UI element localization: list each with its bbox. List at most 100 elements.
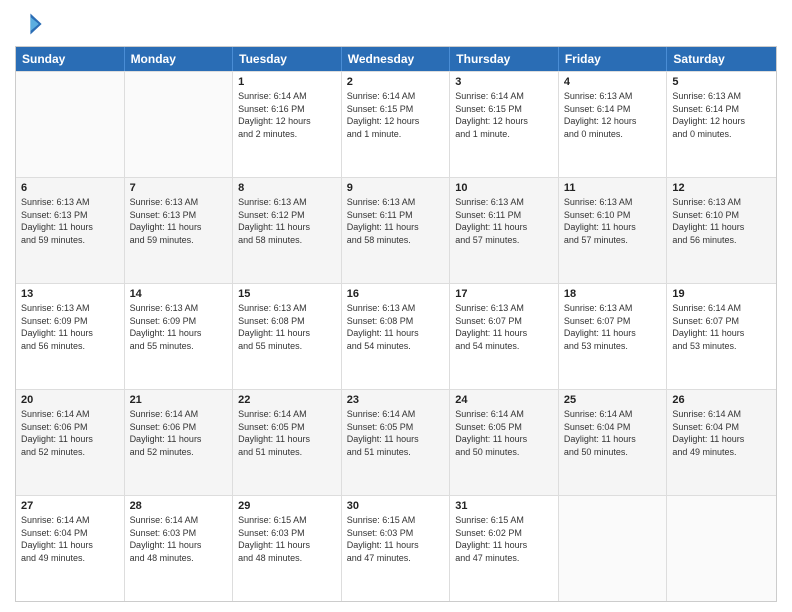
calendar-week-5: 27Sunrise: 6:14 AM Sunset: 6:04 PM Dayli… bbox=[16, 495, 776, 601]
logo-icon bbox=[15, 10, 43, 38]
day-number: 28 bbox=[130, 500, 228, 512]
weekday-header-saturday: Saturday bbox=[667, 47, 776, 71]
day-info: Sunrise: 6:13 AM Sunset: 6:07 PM Dayligh… bbox=[455, 302, 553, 352]
day-info: Sunrise: 6:14 AM Sunset: 6:15 PM Dayligh… bbox=[455, 90, 553, 140]
weekday-header-thursday: Thursday bbox=[450, 47, 559, 71]
day-number: 31 bbox=[455, 500, 553, 512]
calendar-day-21: 21 Sunrise: 6:14 AM Sunset: 6:06 PM Dayli… bbox=[125, 390, 234, 495]
day-number: 26 bbox=[672, 394, 771, 406]
calendar-week-4: 20Sunrise: 6:14 AM Sunset: 6:06 PM Dayli… bbox=[16, 389, 776, 495]
day-info: Sunrise: 6:14 AM Sunset: 6:06 PM Dayligh… bbox=[21, 408, 119, 458]
day-number: 21 bbox=[130, 394, 228, 406]
weekday-header-sunday: Sunday bbox=[16, 47, 125, 71]
calendar-day-22: 22 Sunrise: 6:14 AM Sunset: 6:05 PM Dayli… bbox=[233, 390, 342, 495]
calendar-day-1: 1 Sunrise: 6:14 AM Sunset: 6:16 PM Daylig… bbox=[233, 72, 342, 177]
calendar-day-20: 20Sunrise: 6:14 AM Sunset: 6:06 PM Dayli… bbox=[16, 390, 125, 495]
day-info: Sunrise: 6:14 AM Sunset: 6:16 PM Dayligh… bbox=[238, 90, 336, 140]
calendar-day-29: 29 Sunrise: 6:15 AM Sunset: 6:03 PM Dayli… bbox=[233, 496, 342, 601]
day-info: Sunrise: 6:13 AM Sunset: 6:14 PM Dayligh… bbox=[672, 90, 771, 140]
day-info: Sunrise: 6:14 AM Sunset: 6:15 PM Dayligh… bbox=[347, 90, 445, 140]
day-number: 22 bbox=[238, 394, 336, 406]
day-number: 9 bbox=[347, 182, 445, 194]
calendar-day-9: 9 Sunrise: 6:13 AM Sunset: 6:11 PM Daylig… bbox=[342, 178, 451, 283]
calendar-day-24: 24 Sunrise: 6:14 AM Sunset: 6:05 PM Dayli… bbox=[450, 390, 559, 495]
day-number: 16 bbox=[347, 288, 445, 300]
day-number: 24 bbox=[455, 394, 553, 406]
day-number: 4 bbox=[564, 76, 662, 88]
calendar-empty-cell bbox=[16, 72, 125, 177]
calendar-day-31: 31 Sunrise: 6:15 AM Sunset: 6:02 PM Dayli… bbox=[450, 496, 559, 601]
day-info: Sunrise: 6:13 AM Sunset: 6:11 PM Dayligh… bbox=[347, 196, 445, 246]
day-number: 11 bbox=[564, 182, 662, 194]
day-info: Sunrise: 6:14 AM Sunset: 6:06 PM Dayligh… bbox=[130, 408, 228, 458]
calendar-day-23: 23Sunrise: 6:14 AM Sunset: 6:05 PM Dayli… bbox=[342, 390, 451, 495]
day-info: Sunrise: 6:14 AM Sunset: 6:05 PM Dayligh… bbox=[238, 408, 336, 458]
weekday-header-monday: Monday bbox=[125, 47, 234, 71]
day-number: 25 bbox=[564, 394, 662, 406]
calendar-day-6: 6Sunrise: 6:13 AM Sunset: 6:13 PM Daylig… bbox=[16, 178, 125, 283]
calendar-header: SundayMondayTuesdayWednesdayThursdayFrid… bbox=[16, 47, 776, 71]
day-number: 29 bbox=[238, 500, 336, 512]
weekday-header-friday: Friday bbox=[559, 47, 668, 71]
calendar: SundayMondayTuesdayWednesdayThursdayFrid… bbox=[15, 46, 777, 602]
calendar-week-1: 1 Sunrise: 6:14 AM Sunset: 6:16 PM Daylig… bbox=[16, 71, 776, 177]
calendar-empty-cell bbox=[125, 72, 234, 177]
calendar-empty-cell bbox=[559, 496, 668, 601]
calendar-empty-cell bbox=[667, 496, 776, 601]
day-number: 13 bbox=[21, 288, 119, 300]
day-number: 17 bbox=[455, 288, 553, 300]
day-number: 10 bbox=[455, 182, 553, 194]
day-number: 18 bbox=[564, 288, 662, 300]
calendar-day-2: 2 Sunrise: 6:14 AM Sunset: 6:15 PM Daylig… bbox=[342, 72, 451, 177]
calendar-day-3: 3 Sunrise: 6:14 AM Sunset: 6:15 PM Daylig… bbox=[450, 72, 559, 177]
calendar-day-12: 12 Sunrise: 6:13 AM Sunset: 6:10 PM Dayli… bbox=[667, 178, 776, 283]
day-info: Sunrise: 6:15 AM Sunset: 6:02 PM Dayligh… bbox=[455, 514, 553, 564]
day-number: 2 bbox=[347, 76, 445, 88]
day-number: 30 bbox=[347, 500, 445, 512]
calendar-day-4: 4 Sunrise: 6:13 AM Sunset: 6:14 PM Daylig… bbox=[559, 72, 668, 177]
day-info: Sunrise: 6:13 AM Sunset: 6:08 PM Dayligh… bbox=[238, 302, 336, 352]
calendar-body: 1 Sunrise: 6:14 AM Sunset: 6:16 PM Daylig… bbox=[16, 71, 776, 601]
day-info: Sunrise: 6:14 AM Sunset: 6:03 PM Dayligh… bbox=[130, 514, 228, 564]
calendar-day-16: 16 Sunrise: 6:13 AM Sunset: 6:08 PM Dayli… bbox=[342, 284, 451, 389]
day-number: 8 bbox=[238, 182, 336, 194]
calendar-day-30: 30 Sunrise: 6:15 AM Sunset: 6:03 PM Dayli… bbox=[342, 496, 451, 601]
day-info: Sunrise: 6:14 AM Sunset: 6:04 PM Dayligh… bbox=[564, 408, 662, 458]
day-info: Sunrise: 6:13 AM Sunset: 6:08 PM Dayligh… bbox=[347, 302, 445, 352]
day-info: Sunrise: 6:13 AM Sunset: 6:10 PM Dayligh… bbox=[672, 196, 771, 246]
weekday-header-tuesday: Tuesday bbox=[233, 47, 342, 71]
calendar-day-27: 27Sunrise: 6:14 AM Sunset: 6:04 PM Dayli… bbox=[16, 496, 125, 601]
day-info: Sunrise: 6:13 AM Sunset: 6:12 PM Dayligh… bbox=[238, 196, 336, 246]
day-number: 3 bbox=[455, 76, 553, 88]
day-info: Sunrise: 6:14 AM Sunset: 6:05 PM Dayligh… bbox=[347, 408, 445, 458]
calendar-day-26: 26Sunrise: 6:14 AM Sunset: 6:04 PM Dayli… bbox=[667, 390, 776, 495]
weekday-header-wednesday: Wednesday bbox=[342, 47, 451, 71]
day-info: Sunrise: 6:14 AM Sunset: 6:05 PM Dayligh… bbox=[455, 408, 553, 458]
page: SundayMondayTuesdayWednesdayThursdayFrid… bbox=[0, 0, 792, 612]
calendar-day-13: 13 Sunrise: 6:13 AM Sunset: 6:09 PM Dayli… bbox=[16, 284, 125, 389]
calendar-week-3: 13 Sunrise: 6:13 AM Sunset: 6:09 PM Dayli… bbox=[16, 283, 776, 389]
calendar-day-15: 15 Sunrise: 6:13 AM Sunset: 6:08 PM Dayli… bbox=[233, 284, 342, 389]
day-info: Sunrise: 6:15 AM Sunset: 6:03 PM Dayligh… bbox=[238, 514, 336, 564]
calendar-day-7: 7Sunrise: 6:13 AM Sunset: 6:13 PM Daylig… bbox=[125, 178, 234, 283]
day-info: Sunrise: 6:13 AM Sunset: 6:11 PM Dayligh… bbox=[455, 196, 553, 246]
day-info: Sunrise: 6:15 AM Sunset: 6:03 PM Dayligh… bbox=[347, 514, 445, 564]
day-info: Sunrise: 6:13 AM Sunset: 6:13 PM Dayligh… bbox=[130, 196, 228, 246]
calendar-day-11: 11Sunrise: 6:13 AM Sunset: 6:10 PM Dayli… bbox=[559, 178, 668, 283]
calendar-day-18: 18 Sunrise: 6:13 AM Sunset: 6:07 PM Dayli… bbox=[559, 284, 668, 389]
day-info: Sunrise: 6:13 AM Sunset: 6:14 PM Dayligh… bbox=[564, 90, 662, 140]
day-number: 27 bbox=[21, 500, 119, 512]
calendar-day-8: 8 Sunrise: 6:13 AM Sunset: 6:12 PM Daylig… bbox=[233, 178, 342, 283]
calendar-day-25: 25 Sunrise: 6:14 AM Sunset: 6:04 PM Dayli… bbox=[559, 390, 668, 495]
day-info: Sunrise: 6:13 AM Sunset: 6:07 PM Dayligh… bbox=[564, 302, 662, 352]
day-number: 19 bbox=[672, 288, 771, 300]
calendar-day-17: 17 Sunrise: 6:13 AM Sunset: 6:07 PM Dayli… bbox=[450, 284, 559, 389]
day-number: 1 bbox=[238, 76, 336, 88]
calendar-day-19: 19Sunrise: 6:14 AM Sunset: 6:07 PM Dayli… bbox=[667, 284, 776, 389]
day-number: 15 bbox=[238, 288, 336, 300]
day-info: Sunrise: 6:13 AM Sunset: 6:09 PM Dayligh… bbox=[21, 302, 119, 352]
calendar-week-2: 6Sunrise: 6:13 AM Sunset: 6:13 PM Daylig… bbox=[16, 177, 776, 283]
calendar-day-5: 5Sunrise: 6:13 AM Sunset: 6:14 PM Daylig… bbox=[667, 72, 776, 177]
calendar-day-28: 28 Sunrise: 6:14 AM Sunset: 6:03 PM Dayli… bbox=[125, 496, 234, 601]
day-number: 12 bbox=[672, 182, 771, 194]
